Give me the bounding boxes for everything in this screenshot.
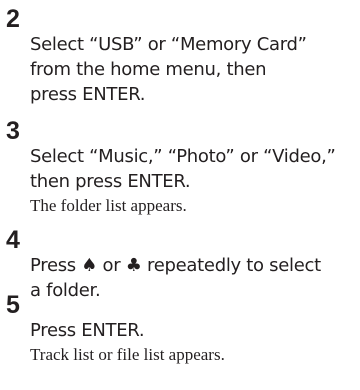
step-instruction: Select “USB” or “Memory Card” from the h… [30, 7, 358, 107]
instruction-text: Press ENTER. [30, 320, 145, 341]
instruction-text: Select “USB” or “Memory Card” from the h… [30, 34, 307, 105]
step-instruction: Select “Music,” “Photo” or “Video,” then… [30, 119, 358, 241]
step-number: 4 [6, 226, 20, 254]
step-result: The folder list appears. [30, 196, 187, 215]
step-number: 3 [6, 117, 20, 145]
step-number: 2 [6, 5, 20, 33]
step-result: Track list or file list appears. [30, 345, 225, 364]
instruction-text: Select “Music,” “Photo” or “Video,” then… [30, 146, 336, 192]
step-number: 5 [6, 291, 20, 319]
step-instruction: Press ♠ or ♣ repeatedly to select a fold… [30, 228, 358, 303]
instruction-page: 2 Select “USB” or “Memory Card” from the… [0, 0, 360, 364]
step-instruction: Press ENTER. Track list or file list app… [30, 293, 358, 390]
